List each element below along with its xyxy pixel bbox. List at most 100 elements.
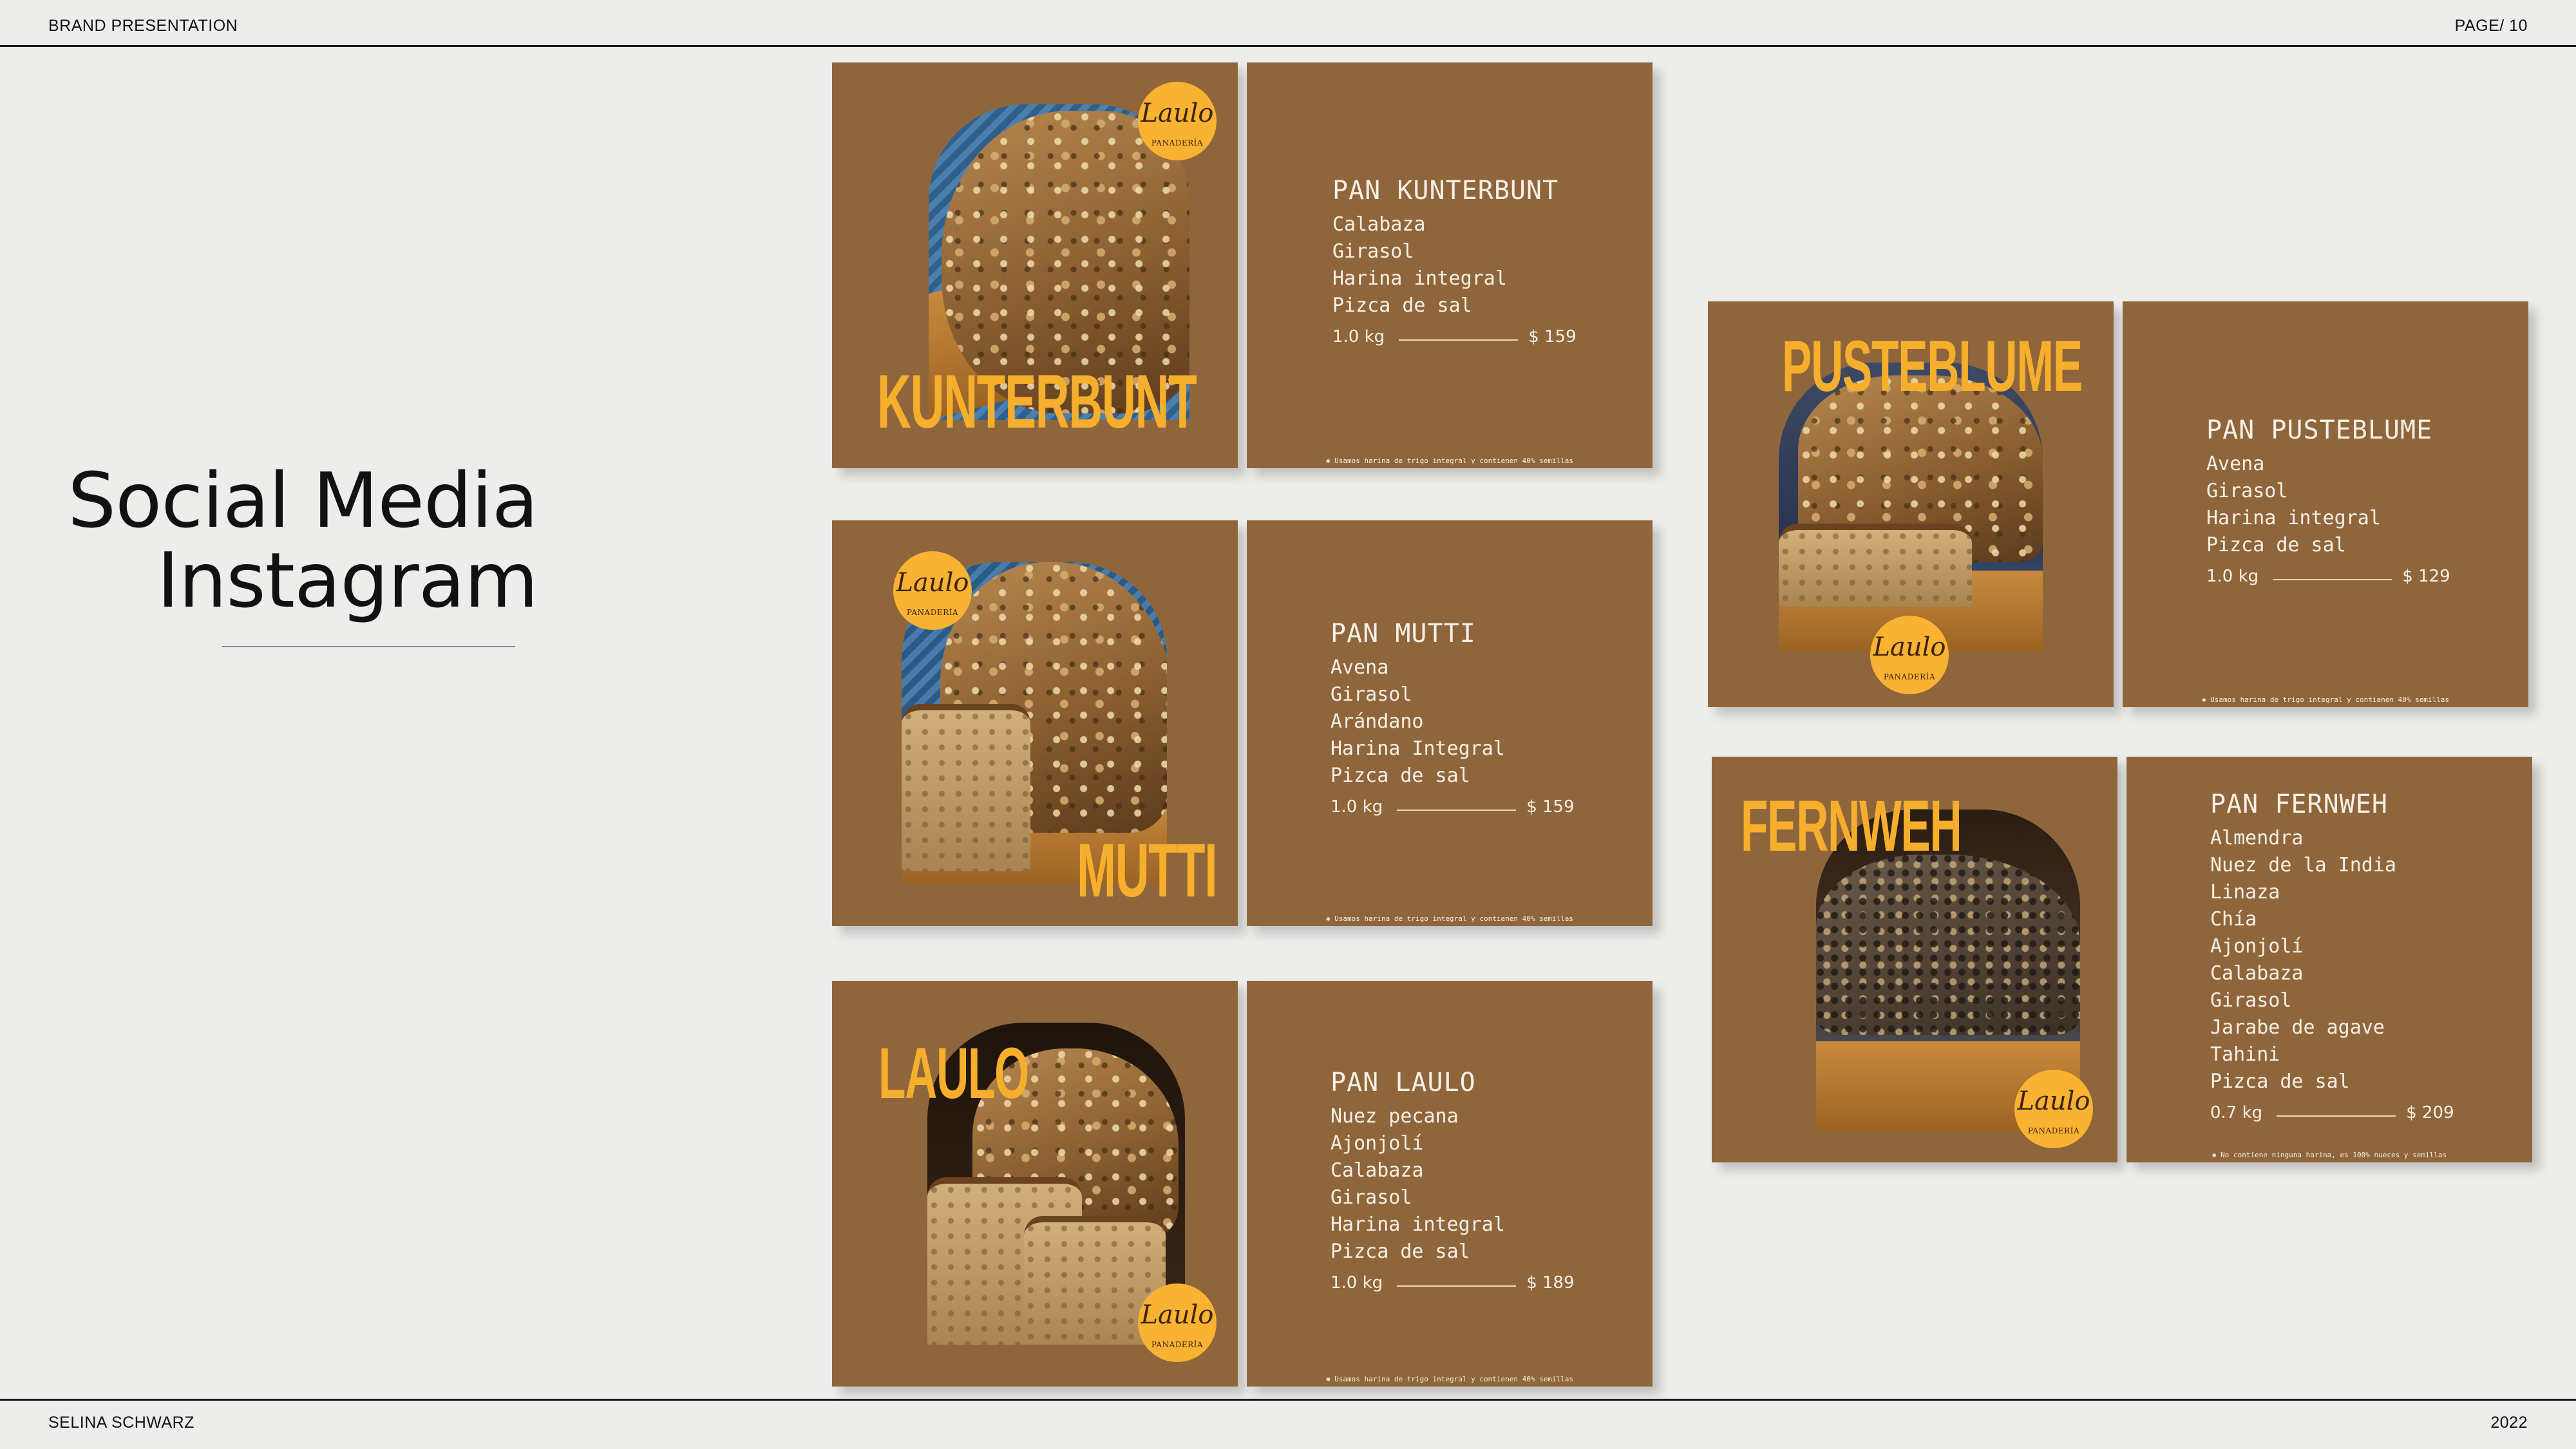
logo-subtitle: PANADERÍA bbox=[2027, 1126, 2080, 1135]
ingredient: Pizca de sal bbox=[2210, 1070, 2350, 1093]
section-title: Social Media Instagram bbox=[68, 460, 538, 620]
ingredient: Tahini bbox=[2210, 1043, 2280, 1066]
ingredient: Calabaza bbox=[1331, 1159, 1424, 1182]
logo-script: Laulo bbox=[1141, 99, 1214, 128]
price-row: 1.0 kg $ 159 bbox=[1331, 797, 1575, 817]
logo-subtitle: PANADERÍA bbox=[1151, 138, 1204, 147]
product-name: PAN LAULO bbox=[1331, 1068, 1476, 1097]
price-leader-line bbox=[1397, 810, 1517, 811]
price-row: 1.0 kg $ 129 bbox=[2206, 567, 2450, 586]
ingredient: Girasol bbox=[1331, 1186, 1412, 1209]
ingredient: Pizca de sal bbox=[2206, 534, 2346, 556]
post-info-laulo: PAN LAULO Nuez pecana Ajonjolí Calabaza … bbox=[1247, 981, 1653, 1387]
post-info-fernweh: PAN FERNWEH Almendra Nuez de la India Li… bbox=[2126, 757, 2532, 1162]
ingredient: Girasol bbox=[1332, 240, 1414, 263]
logo-script: Laulo bbox=[896, 568, 969, 598]
header-page-number: PAGE/ 10 bbox=[2454, 17, 2528, 35]
header-rule bbox=[0, 45, 2576, 47]
product-weight: 1.0 kg bbox=[1331, 797, 1383, 817]
product-footnote: ✱ Usamos harina de trigo integral y cont… bbox=[2201, 696, 2450, 704]
footer-rule bbox=[0, 1399, 2576, 1401]
ingredient: Harina integral bbox=[2206, 507, 2381, 529]
post-info-pusteblume: PAN PUSTEBLUME Avena Girasol Harina inte… bbox=[2123, 301, 2528, 707]
product-price: $ 129 bbox=[2402, 567, 2450, 586]
price-leader-line bbox=[1397, 1285, 1517, 1287]
product-display-name: FERNWEH bbox=[1741, 786, 1962, 866]
ingredient: Pizca de sal bbox=[1331, 764, 1470, 787]
logo-script: Laulo bbox=[1141, 1300, 1214, 1330]
ingredient: Harina integral bbox=[1332, 267, 1507, 290]
ingredient: Pizca de sal bbox=[1331, 1240, 1470, 1263]
product-footnote: ✱ No contiene ninguna harina, es 100% nu… bbox=[2211, 1151, 2447, 1159]
post-image-laulo: LAULO Laulo PANADERÍA bbox=[832, 981, 1238, 1387]
ingredient: Harina Integral bbox=[1331, 737, 1505, 760]
product-weight: 1.0 kg bbox=[1332, 327, 1385, 346]
price-leader-line bbox=[2277, 1115, 2396, 1117]
ingredient: Avena bbox=[2206, 453, 2265, 475]
post-image-fernweh: FERNWEH Laulo PANADERÍA bbox=[1712, 757, 2117, 1162]
laulo-logo: Laulo PANADERÍA bbox=[893, 551, 972, 630]
ingredient: Almendra bbox=[2210, 827, 2304, 849]
price-row: 1.0 kg $ 189 bbox=[1331, 1273, 1575, 1293]
logo-subtitle: PANADERÍA bbox=[1883, 672, 1936, 681]
ingredient: Linaza bbox=[2210, 881, 2280, 904]
post-image-kunterbunt: KUNTERBUNT Laulo PANADERÍA bbox=[832, 62, 1238, 468]
ingredient: Girasol bbox=[2206, 480, 2288, 502]
ingredient: Girasol bbox=[1331, 683, 1412, 706]
ingredient: Pizca de sal bbox=[1332, 294, 1472, 317]
ingredient: Harina integral bbox=[1331, 1213, 1505, 1236]
price-leader-line bbox=[1399, 339, 1519, 341]
product-display-name: MUTTI bbox=[1077, 828, 1218, 913]
ingredient: Nuez de la India bbox=[2210, 854, 2396, 876]
ingredient: Avena bbox=[1331, 656, 1389, 679]
logo-script: Laulo bbox=[2017, 1086, 2090, 1116]
price-row: 1.0 kg $ 159 bbox=[1332, 327, 1577, 346]
post-image-pusteblume: PUSTEBLUME Laulo PANADERÍA bbox=[1708, 301, 2114, 707]
product-display-name: KUNTERBUNT bbox=[877, 359, 1197, 444]
ingredient: Jarabe de agave bbox=[2210, 1016, 2385, 1039]
product-price: $ 159 bbox=[1528, 327, 1577, 346]
product-footnote: ✱ Usamos harina de trigo integral y cont… bbox=[1325, 457, 1574, 465]
product-price: $ 189 bbox=[1526, 1273, 1575, 1293]
price-row: 0.7 kg $ 209 bbox=[2210, 1103, 2454, 1122]
logo-subtitle: PANADERÍA bbox=[906, 608, 959, 617]
product-info: PAN KUNTERBUNT Calabaza Girasol Harina i… bbox=[1332, 175, 1577, 346]
ingredient: Nuez pecana bbox=[1331, 1105, 1459, 1128]
product-weight: 1.0 kg bbox=[1331, 1273, 1383, 1293]
product-footnote: ✱ Usamos harina de trigo integral y cont… bbox=[1325, 1375, 1574, 1383]
ingredient: Ajonjolí bbox=[2210, 935, 2304, 958]
product-display-name: PUSTEBLUME bbox=[1782, 326, 2083, 406]
laulo-logo: Laulo PANADERÍA bbox=[2014, 1070, 2093, 1148]
price-leader-line bbox=[2273, 579, 2392, 580]
header-left-label: BRAND PRESENTATION bbox=[48, 17, 238, 35]
laulo-logo: Laulo PANADERÍA bbox=[1138, 1283, 1217, 1362]
product-footnote: ✱ Usamos harina de trigo integral y cont… bbox=[1325, 914, 1574, 923]
product-weight: 0.7 kg bbox=[2210, 1103, 2263, 1122]
footer-author: SELINA SCHWARZ bbox=[48, 1414, 194, 1432]
post-info-kunterbunt: PAN KUNTERBUNT Calabaza Girasol Harina i… bbox=[1247, 62, 1653, 468]
ingredient: Calabaza bbox=[2210, 962, 2304, 985]
ingredient: Calabaza bbox=[1332, 213, 1426, 236]
logo-subtitle: PANADERÍA bbox=[1151, 1340, 1204, 1349]
ingredient: Arándano bbox=[1331, 710, 1424, 733]
product-price: $ 209 bbox=[2406, 1103, 2454, 1122]
post-image-mutti: MUTTI Laulo PANADERÍA bbox=[832, 520, 1238, 926]
title-divider bbox=[222, 646, 515, 647]
product-info: PAN MUTTI Avena Girasol Arándano Harina … bbox=[1331, 618, 1575, 817]
footer-year: 2022 bbox=[2490, 1414, 2528, 1432]
product-display-name: LAULO bbox=[878, 1033, 1029, 1113]
section-title-line2: Instagram bbox=[156, 536, 538, 625]
laulo-logo: Laulo PANADERÍA bbox=[1870, 616, 1949, 694]
product-price: $ 159 bbox=[1526, 797, 1575, 817]
laulo-logo: Laulo PANADERÍA bbox=[1138, 82, 1217, 160]
product-name: PAN KUNTERBUNT bbox=[1332, 176, 1559, 205]
product-weight: 1.0 kg bbox=[2206, 567, 2259, 586]
ingredient: Ajonjolí bbox=[1331, 1132, 1424, 1155]
product-name: PAN FERNWEH bbox=[2210, 790, 2388, 819]
product-info: PAN PUSTEBLUME Avena Girasol Harina inte… bbox=[2206, 415, 2450, 586]
product-name: PAN MUTTI bbox=[1331, 619, 1476, 649]
logo-script: Laulo bbox=[1873, 632, 1946, 662]
product-name: PAN PUSTEBLUME bbox=[2206, 415, 2433, 445]
product-info: PAN FERNWEH Almendra Nuez de la India Li… bbox=[2210, 789, 2454, 1122]
product-info: PAN LAULO Nuez pecana Ajonjolí Calabaza … bbox=[1331, 1067, 1575, 1293]
